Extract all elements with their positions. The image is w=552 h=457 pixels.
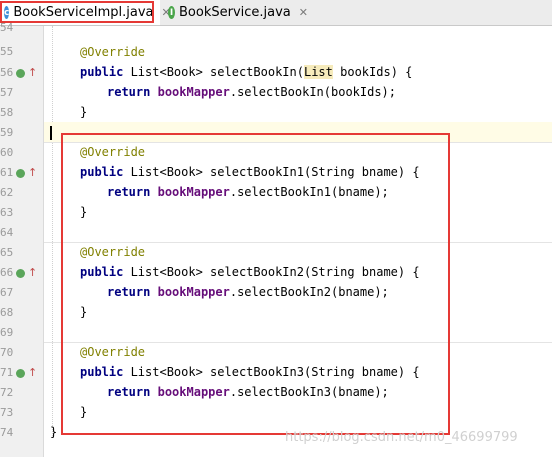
line-number: 54: [0, 21, 14, 34]
line-number: 73: [0, 406, 14, 419]
up-arrow-icon: ↑: [28, 166, 38, 179]
code-line: @Override: [44, 42, 552, 62]
editor-gutter: 54 55 56 ↑ 57 58 59 60 61 ↑ 62 63 64 65 …: [0, 21, 44, 457]
tab-highlight-box: [0, 1, 154, 23]
implement-icon: [16, 269, 25, 278]
line-number: 56: [0, 66, 14, 79]
implement-icon: [16, 169, 25, 178]
line-number: 66: [0, 266, 14, 279]
text-caret: [50, 125, 52, 140]
override-marker[interactable]: ↑: [14, 66, 42, 80]
code-highlight-box: [61, 133, 450, 435]
line-number: 69: [0, 326, 14, 339]
annotation: @Override: [80, 45, 146, 59]
tab-bookservice[interactable]: I BookService.java ✕: [168, 0, 308, 25]
tab-label: BookService.java: [179, 5, 291, 20]
line-number: 72: [0, 386, 14, 399]
close-icon[interactable]: ✕: [299, 6, 308, 19]
up-arrow-icon: ↑: [28, 66, 38, 79]
line-number: 59: [0, 126, 14, 139]
line-number: 70: [0, 346, 14, 359]
line-number: 60: [0, 146, 14, 159]
implement-icon: [16, 369, 25, 378]
line-number: 64: [0, 226, 14, 239]
override-marker[interactable]: ↑: [14, 266, 42, 280]
up-arrow-icon: ↑: [28, 366, 38, 379]
line-number: 57: [0, 86, 14, 99]
code-line: return bookMapper.selectBookIn(bookIds);: [107, 85, 397, 99]
line-number: 63: [0, 206, 14, 219]
up-arrow-icon: ↑: [28, 266, 38, 279]
code-line: public List<Book> selectBookIn(List book…: [80, 65, 413, 79]
override-marker[interactable]: ↑: [14, 366, 42, 380]
watermark: https://blog.csdn.net/m0_46699799: [285, 430, 518, 445]
line-number: 74: [0, 426, 14, 439]
line-number: 67: [0, 286, 14, 299]
type-highlight: List: [303, 65, 333, 79]
override-marker[interactable]: ↑: [14, 166, 42, 180]
line-number: 71: [0, 366, 14, 379]
implement-icon: [16, 69, 25, 78]
line-number: 58: [0, 106, 14, 119]
line-number: 55: [0, 45, 14, 58]
code-line: }: [80, 105, 88, 119]
interface-i-icon: I: [168, 6, 175, 19]
line-number: 65: [0, 246, 14, 259]
line-number: 61: [0, 166, 14, 179]
line-number: 68: [0, 306, 14, 319]
line-number: 62: [0, 186, 14, 199]
